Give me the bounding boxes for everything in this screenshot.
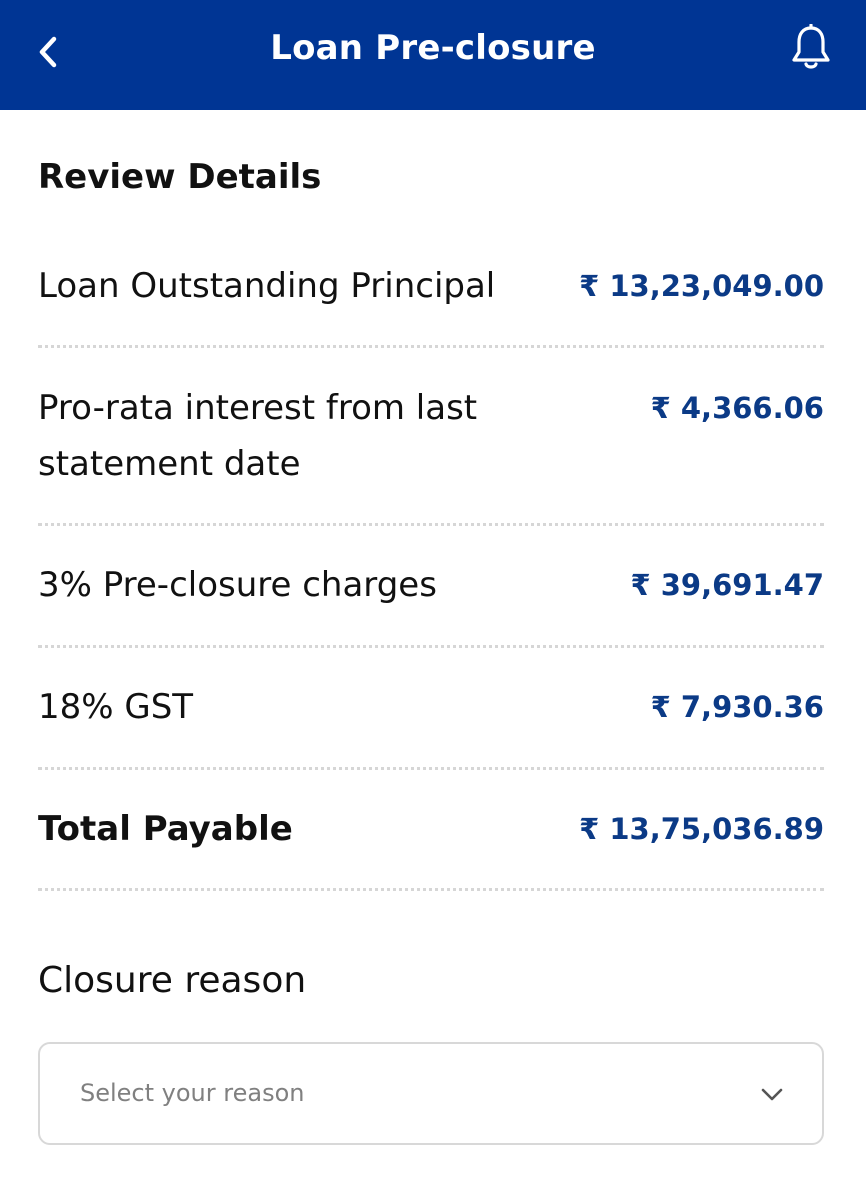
closure-reason-title: Closure reason bbox=[38, 960, 307, 1001]
detail-label: 3% Pre-closure charges bbox=[38, 565, 437, 605]
detail-row-total-payable: Total Payable ₹ 13,75,036.89 bbox=[38, 801, 824, 861]
select-placeholder: Select your reason bbox=[80, 1079, 305, 1107]
divider bbox=[38, 767, 824, 770]
notifications-button[interactable] bbox=[788, 22, 834, 74]
detail-value: ₹ 4,366.06 bbox=[650, 391, 824, 425]
detail-label: Total Payable bbox=[38, 809, 293, 849]
divider bbox=[38, 523, 824, 526]
review-details-title: Review Details bbox=[38, 157, 322, 197]
app-header: Loan Pre-closure bbox=[0, 0, 866, 110]
detail-row-principal: Loan Outstanding Principal ₹ 13,23,049.0… bbox=[38, 258, 824, 318]
divider bbox=[38, 645, 824, 648]
chevron-down-icon bbox=[761, 1088, 783, 1101]
divider bbox=[38, 345, 824, 348]
detail-label: Pro-rata interest from last statement da… bbox=[38, 388, 478, 484]
detail-row-preclosure-charges: 3% Pre-closure charges ₹ 39,691.47 bbox=[38, 557, 824, 617]
detail-value: ₹ 13,23,049.00 bbox=[579, 269, 824, 303]
detail-value: ₹ 7,930.36 bbox=[650, 690, 824, 724]
detail-row-interest: Pro-rata interest from last statement da… bbox=[38, 380, 824, 495]
closure-reason-select[interactable]: Select your reason bbox=[38, 1042, 824, 1145]
detail-label: 18% GST bbox=[38, 687, 194, 727]
detail-label: Loan Outstanding Principal bbox=[38, 266, 496, 306]
bell-icon bbox=[792, 24, 830, 69]
page-title: Loan Pre-closure bbox=[270, 28, 596, 68]
detail-value: ₹ 13,75,036.89 bbox=[579, 812, 824, 846]
divider bbox=[38, 888, 824, 891]
detail-value: ₹ 39,691.47 bbox=[630, 568, 824, 602]
detail-row-gst: 18% GST ₹ 7,930.36 bbox=[38, 679, 824, 739]
